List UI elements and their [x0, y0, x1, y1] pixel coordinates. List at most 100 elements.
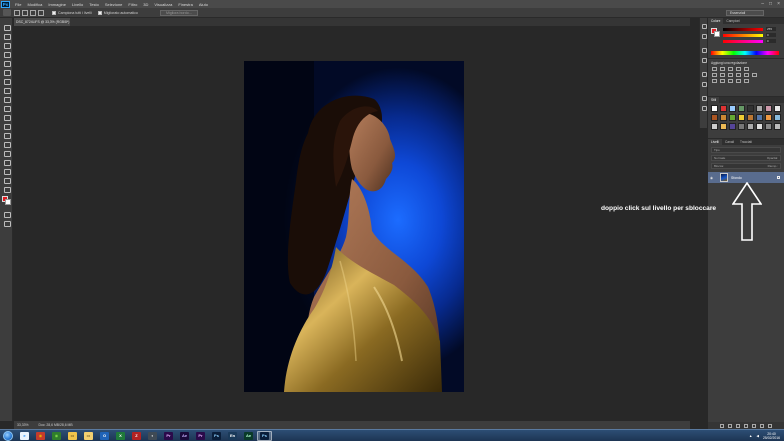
posterize-icon[interactable] — [720, 79, 725, 83]
style-swatch[interactable] — [729, 114, 736, 121]
threshold-icon[interactable] — [728, 79, 733, 83]
refine-edge-button[interactable]: Migliora bordo... — [159, 9, 198, 16]
type-tool-icon[interactable] — [3, 159, 11, 166]
minimize-button[interactable]: – — [761, 1, 764, 7]
history-panel-icon[interactable] — [701, 24, 707, 29]
panel-background-swatch[interactable] — [714, 31, 720, 37]
menu-type[interactable]: Testo — [86, 2, 102, 7]
style-swatch[interactable] — [765, 105, 772, 112]
menu-file[interactable]: File — [12, 2, 24, 7]
canvas-area[interactable] — [14, 26, 690, 421]
document-image[interactable] — [244, 61, 464, 392]
clock[interactable]: 20:40 25/02/2016 — [763, 432, 780, 440]
network-icon[interactable]: ▲ — [749, 434, 752, 438]
premiere-taskbar-button[interactable]: Pr — [193, 431, 208, 441]
hue-saturation-icon[interactable] — [712, 73, 717, 77]
link-layers-icon[interactable] — [720, 423, 724, 428]
pen-tool-icon[interactable] — [3, 150, 11, 157]
layer-thumbnail[interactable] — [720, 173, 728, 182]
style-swatch[interactable] — [774, 105, 781, 112]
info-panel-icon[interactable] — [701, 106, 707, 111]
style-swatch[interactable] — [738, 105, 745, 112]
brush-panel-icon[interactable] — [701, 48, 707, 53]
tab-styles[interactable]: Stili — [708, 97, 720, 103]
explorer-taskbar-button[interactable]: ▭ — [65, 431, 80, 441]
document-tab[interactable]: DSC_8724LIFS @ 33,3% (RGB/8*) — [14, 18, 70, 26]
lock-icon[interactable] — [777, 176, 780, 179]
black-white-icon[interactable] — [728, 73, 733, 77]
style-swatch[interactable] — [747, 105, 754, 112]
menu-select[interactable]: Selezione — [102, 2, 126, 7]
dodge-tool-icon[interactable] — [3, 141, 11, 148]
menu-window[interactable]: Finestra — [175, 2, 195, 7]
blue-value-input[interactable]: 0 — [766, 39, 776, 43]
properties-panel-icon[interactable] — [701, 34, 707, 39]
ie-taskbar-button[interactable]: e — [17, 431, 32, 441]
levels-icon[interactable] — [720, 67, 725, 71]
brush-size-icon[interactable] — [38, 9, 44, 16]
chrome-canary-taskbar-button[interactable]: ◉ — [49, 431, 64, 441]
red-value-input[interactable]: 255 — [766, 27, 776, 31]
style-swatch[interactable] — [747, 123, 754, 130]
app-taskbar-button[interactable]: ◐ — [145, 431, 160, 441]
eyedropper-tool-icon[interactable] — [3, 69, 11, 76]
marquee-tool-icon[interactable] — [3, 33, 11, 40]
invert-icon[interactable] — [712, 79, 717, 83]
style-swatch[interactable] — [738, 123, 745, 130]
shape-tool-icon[interactable] — [3, 177, 11, 184]
channel-mixer-icon[interactable] — [744, 73, 749, 77]
gradient-map-icon[interactable] — [736, 79, 741, 83]
zoom-tool-icon[interactable] — [3, 186, 11, 193]
move-tool-icon[interactable] — [3, 24, 11, 31]
after-effects-taskbar-button[interactable]: Ae — [177, 431, 192, 441]
encore-taskbar-button[interactable]: En — [225, 431, 240, 441]
background-color-swatch[interactable] — [5, 199, 11, 205]
layer-mask-icon[interactable] — [736, 423, 740, 428]
curves-icon[interactable] — [728, 67, 733, 71]
chrome-taskbar-button[interactable]: ◉ — [33, 431, 48, 441]
delete-layer-icon[interactable] — [768, 423, 772, 428]
subtract-selection-icon[interactable] — [30, 9, 36, 16]
photoshop-taskbar-button[interactable]: Ps — [257, 430, 272, 441]
folder-taskbar-button[interactable]: ▭ — [81, 431, 96, 441]
paragraph-panel-icon[interactable] — [701, 82, 707, 87]
style-swatch[interactable] — [720, 123, 727, 130]
style-swatch[interactable] — [711, 114, 718, 121]
tab-channels[interactable]: Canali — [722, 140, 737, 144]
green-value-input[interactable]: 0 — [766, 33, 776, 37]
tab-layers[interactable]: Livelli — [708, 139, 722, 145]
blue-slider[interactable] — [723, 40, 763, 43]
layer-style-icon[interactable] — [728, 423, 732, 428]
sample-all-layers-checkbox[interactable] — [52, 10, 56, 15]
style-swatch[interactable] — [774, 123, 781, 130]
actions-panel-icon[interactable] — [701, 96, 707, 101]
new-layer-icon[interactable] — [760, 423, 764, 428]
blur-tool-icon[interactable] — [3, 132, 11, 139]
color-balance-icon[interactable] — [720, 73, 725, 77]
style-swatch[interactable] — [729, 105, 736, 112]
tab-paths[interactable]: Tracciati — [737, 140, 755, 144]
photo-filter-icon[interactable] — [736, 73, 741, 77]
menu-filter[interactable]: Filtro — [125, 2, 140, 7]
menu-3d[interactable]: 3D — [140, 2, 151, 7]
color-ramp[interactable] — [711, 51, 779, 55]
excel-taskbar-button[interactable]: X — [113, 431, 128, 441]
tab-swatches[interactable]: Campioni — [723, 19, 742, 23]
selective-color-icon[interactable] — [744, 79, 749, 83]
photoshop-taskbar-button[interactable]: Ps — [209, 431, 224, 441]
outlook-taskbar-button[interactable]: O — [97, 431, 112, 441]
brightness-icon[interactable] — [712, 67, 717, 71]
color-lookup-icon[interactable] — [752, 73, 757, 77]
new-group-icon[interactable] — [752, 423, 756, 428]
style-swatch[interactable] — [747, 114, 754, 121]
premiere-taskbar-button[interactable]: Pr — [161, 431, 176, 441]
brush-tool-icon[interactable] — [3, 87, 11, 94]
quick-selection-tool-button[interactable] — [3, 51, 11, 58]
history-brush-tool-icon[interactable] — [3, 105, 11, 112]
crop-tool-icon[interactable] — [3, 60, 11, 67]
style-swatch[interactable] — [774, 114, 781, 121]
style-swatch[interactable] — [720, 105, 727, 112]
workspace-select[interactable]: Essenziali — [726, 9, 764, 16]
auto-enhance-checkbox[interactable] — [97, 10, 102, 15]
style-swatch[interactable] — [711, 123, 718, 130]
